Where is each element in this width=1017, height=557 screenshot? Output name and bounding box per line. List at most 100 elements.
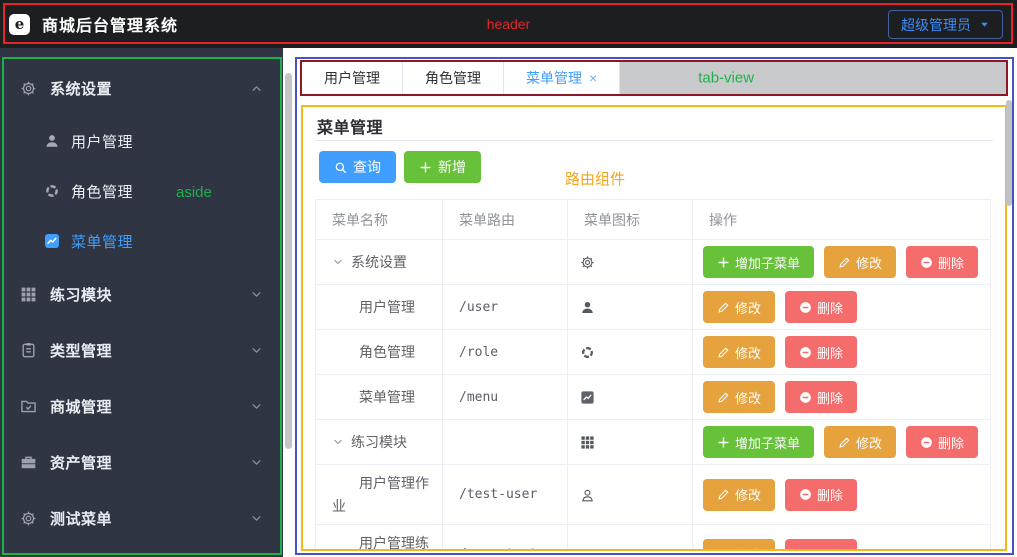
chevron-down-icon (250, 512, 263, 525)
sidebar-group-label: 资产管理 (50, 452, 250, 473)
tab-label: 用户管理 (324, 68, 380, 88)
edit-button[interactable]: 修改 (703, 291, 775, 323)
operations-cell: 修改删除 (693, 330, 991, 375)
add-button[interactable]: 新增 (404, 151, 481, 183)
sidebar-item-0-1[interactable]: 角色管理 (0, 166, 283, 216)
user-outline-icon (580, 488, 595, 503)
logo-letter: e (15, 15, 25, 33)
sidebar-group-label: 商城管理 (50, 396, 250, 417)
edit-icon (717, 301, 730, 314)
delete-button-label: 删除 (938, 433, 964, 452)
edit-icon (717, 346, 730, 359)
menu-icon-cell (568, 285, 693, 330)
sidebar-item-0-0[interactable]: 用户管理 (0, 116, 283, 166)
add-child-button[interactable]: 增加子菜单 (703, 426, 814, 458)
user-filled-icon (44, 133, 60, 149)
tab-2[interactable]: 菜单管理 × (504, 62, 620, 94)
sidebar-group-3[interactable]: 商城管理 (0, 378, 283, 434)
menu-icon-cell (568, 525, 693, 552)
menu-icon-cell (568, 465, 693, 525)
menu-icon-cell (568, 420, 693, 465)
edit-button[interactable]: 修改 (703, 336, 775, 368)
menu-name-cell: 用户管理 (316, 285, 443, 330)
menu-name-cell: 角色管理 (316, 330, 443, 375)
table-row: 用户管理作业/test-user修改删除 (316, 465, 991, 525)
sidebar-group-4[interactable]: 资产管理 (0, 434, 283, 490)
delete-button[interactable]: 删除 (785, 539, 857, 552)
sidebar-scrollbar-thumb[interactable] (285, 73, 292, 449)
table-row: 练习模块 增加子菜单修改 删除 (316, 420, 991, 465)
sidebar-group-5[interactable]: 测试菜单 (0, 490, 283, 546)
expand-caret-icon[interactable] (332, 256, 344, 268)
tab-0[interactable]: 用户管理 (302, 62, 403, 94)
edit-button-label: 修改 (735, 298, 761, 317)
edit-button[interactable]: 修改 (703, 381, 775, 413)
edit-icon (717, 391, 730, 404)
sidebar-item-label: 角色管理 (71, 181, 133, 202)
plus-icon (717, 256, 730, 269)
app-logo-icon: e (9, 14, 30, 35)
search-icon (334, 161, 347, 174)
app-title: 商城后台管理系统 (42, 12, 178, 36)
user-filled-icon (580, 548, 595, 551)
operations-cell: 增加子菜单修改删除 (693, 240, 991, 285)
table-row: 菜单管理/menu 修改 删除 (316, 375, 991, 420)
remove-icon (920, 256, 933, 269)
delete-button[interactable]: 删除 (785, 336, 857, 368)
sidebar-item-label: 用户管理 (71, 131, 133, 152)
folder-checked-icon (20, 398, 37, 415)
operations-cell: 修改 删除 (693, 285, 991, 330)
annotation-tabview-label: tab-view (698, 70, 754, 87)
tab-close-icon[interactable]: × (589, 71, 597, 85)
edit-button[interactable]: 修改 (824, 246, 896, 278)
menu-name-wrap: 练习模块 (332, 431, 434, 454)
sidebar-group-1[interactable]: 练习模块 (0, 266, 283, 322)
add-child-button[interactable]: 增加子菜单 (703, 246, 814, 278)
delete-button-label: 删除 (817, 485, 843, 504)
remove-icon (799, 488, 812, 501)
edit-button-label: 修改 (735, 485, 761, 504)
column-header: 菜单路由 (443, 200, 568, 240)
operations-cell: 修改 删除 (693, 465, 991, 525)
edit-button[interactable]: 修改 (703, 539, 775, 552)
menu-icon-cell (568, 240, 693, 285)
menu-name-cell: 用户管理练习 (316, 525, 443, 552)
divider (315, 140, 993, 141)
user-filled-icon (580, 300, 595, 315)
grid-icon (580, 435, 595, 450)
column-header: 菜单名称 (316, 200, 443, 240)
sidebar-group-0[interactable]: 系统设置 (0, 60, 283, 116)
annotation-header-label: header (487, 16, 531, 32)
delete-button[interactable]: 删除 (906, 246, 978, 278)
sidebar-menu: 系统设置用户管理角色管理菜单管理练习模块类型管理商城管理资产管理测试菜单 (0, 48, 283, 546)
table-row: 系统设置增加子菜单修改删除 (316, 240, 991, 285)
edit-button[interactable]: 修改 (824, 426, 896, 458)
tab-label: 菜单管理 (526, 68, 582, 88)
sidebar-item-0-2[interactable]: 菜单管理 (0, 216, 283, 266)
menu-name-cell: 菜单管理 (316, 375, 443, 420)
menu-table: 菜单名称菜单路由菜单图标操作系统设置增加子菜单修改删除用户管理/user修改删除… (315, 199, 991, 551)
menu-name-cell: 练习模块 (316, 420, 443, 465)
edit-icon (717, 488, 730, 501)
delete-button[interactable]: 删除 (785, 291, 857, 323)
main-scrollbar-thumb[interactable] (1006, 100, 1012, 206)
tab-list: 用户管理 角色管理 菜单管理 × (302, 62, 620, 94)
menu-icon-cell (568, 330, 693, 375)
sidebar-group-label: 练习模块 (50, 284, 250, 305)
user-dropdown-button[interactable]: 超级管理员 (888, 10, 1003, 39)
delete-button[interactable]: 删除 (785, 381, 857, 413)
delete-button[interactable]: 删除 (906, 426, 978, 458)
delete-button[interactable]: 删除 (785, 479, 857, 511)
delete-button-label: 删除 (817, 388, 843, 407)
sidebar-group-2[interactable]: 类型管理 (0, 322, 283, 378)
user-dropdown-label: 超级管理员 (901, 15, 971, 35)
sidebar-scrollbar-track[interactable] (283, 48, 295, 557)
search-button[interactable]: 查询 (319, 151, 396, 183)
tab-1[interactable]: 角色管理 (403, 62, 504, 94)
expand-caret-icon[interactable] (332, 436, 344, 448)
aim-icon (580, 345, 595, 360)
edit-button[interactable]: 修改 (703, 479, 775, 511)
tab-bar: 用户管理 角色管理 菜单管理 × tab-view (300, 60, 1008, 96)
menu-route-cell: /menu (443, 375, 568, 420)
page-title: 菜单管理 (317, 114, 383, 138)
